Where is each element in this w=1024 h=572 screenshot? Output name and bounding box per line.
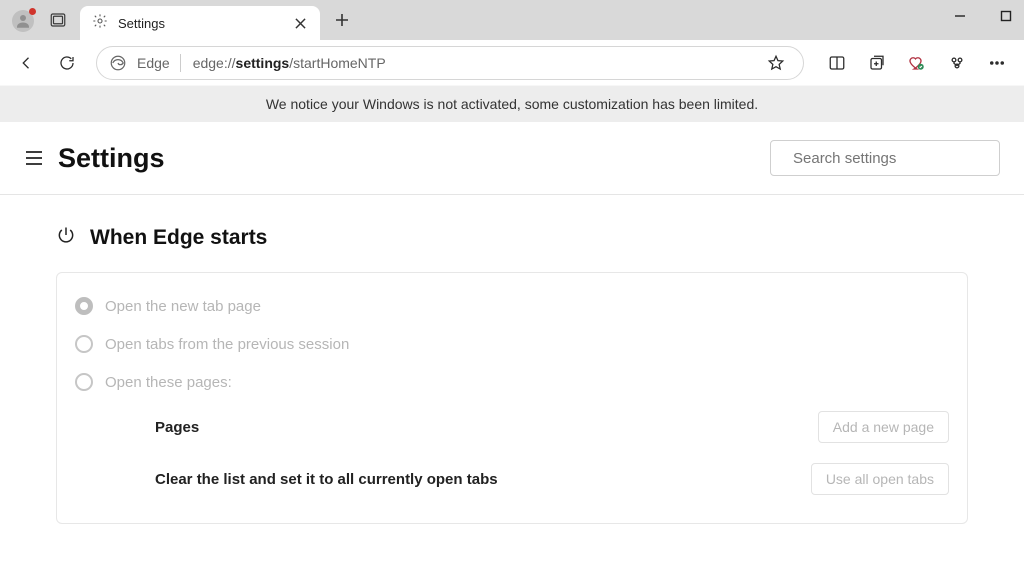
favorite-star-icon[interactable] — [759, 46, 793, 80]
radio-icon — [75, 373, 93, 391]
edge-logo-icon — [109, 54, 127, 72]
settings-header: Settings — [0, 122, 1024, 195]
address-bar[interactable]: Edge edge://settings/startHomeNTP — [96, 46, 804, 80]
radio-icon — [75, 297, 93, 315]
divider — [180, 54, 181, 72]
more-menu-icon[interactable] — [980, 46, 1014, 80]
search-input[interactable] — [793, 150, 992, 167]
browser-toolbar: Edge edge://settings/startHomeNTP — [0, 40, 1024, 86]
power-icon — [56, 225, 76, 250]
option-new-tab[interactable]: Open the new tab page — [75, 287, 949, 325]
tab-title: Settings — [118, 16, 290, 31]
tab-close-button[interactable] — [290, 13, 310, 33]
refresh-button[interactable] — [50, 46, 84, 80]
settings-content: When Edge starts Open the new tab page O… — [0, 195, 1024, 554]
browser-tab[interactable]: Settings — [80, 6, 320, 40]
gear-icon — [92, 13, 118, 34]
back-button[interactable] — [10, 46, 44, 80]
health-icon[interactable] — [900, 46, 934, 80]
split-screen-icon[interactable] — [820, 46, 854, 80]
collections-icon[interactable] — [860, 46, 894, 80]
page-title: Settings — [58, 143, 165, 174]
section-title: When Edge starts — [90, 226, 267, 250]
profile-avatar[interactable] — [12, 10, 34, 32]
use-all-open-tabs-button[interactable]: Use all open tabs — [811, 463, 949, 495]
titlebar: Settings — [0, 0, 1024, 40]
option-specific-pages[interactable]: Open these pages: — [75, 363, 949, 401]
url-text: edge://settings/startHomeNTP — [193, 55, 386, 71]
startup-options-card: Open the new tab page Open tabs from the… — [56, 272, 968, 524]
brand-label: Edge — [137, 55, 170, 71]
clear-list-row: Clear the list and set it to all current… — [75, 453, 949, 505]
window-maximize-button[interactable] — [994, 4, 1018, 28]
activation-notice: We notice your Windows is not activated,… — [0, 86, 1024, 122]
window-minimize-button[interactable] — [948, 4, 972, 28]
option-previous-session[interactable]: Open tabs from the previous session — [75, 325, 949, 363]
extensions-icon[interactable] — [940, 46, 974, 80]
search-settings-field[interactable] — [770, 140, 1000, 176]
radio-icon — [75, 335, 93, 353]
tab-actions-button[interactable] — [44, 6, 72, 34]
new-tab-button[interactable] — [326, 4, 358, 36]
settings-menu-button[interactable] — [20, 144, 48, 172]
pages-row: Pages Add a new page — [75, 401, 949, 453]
add-new-page-button[interactable]: Add a new page — [818, 411, 949, 443]
